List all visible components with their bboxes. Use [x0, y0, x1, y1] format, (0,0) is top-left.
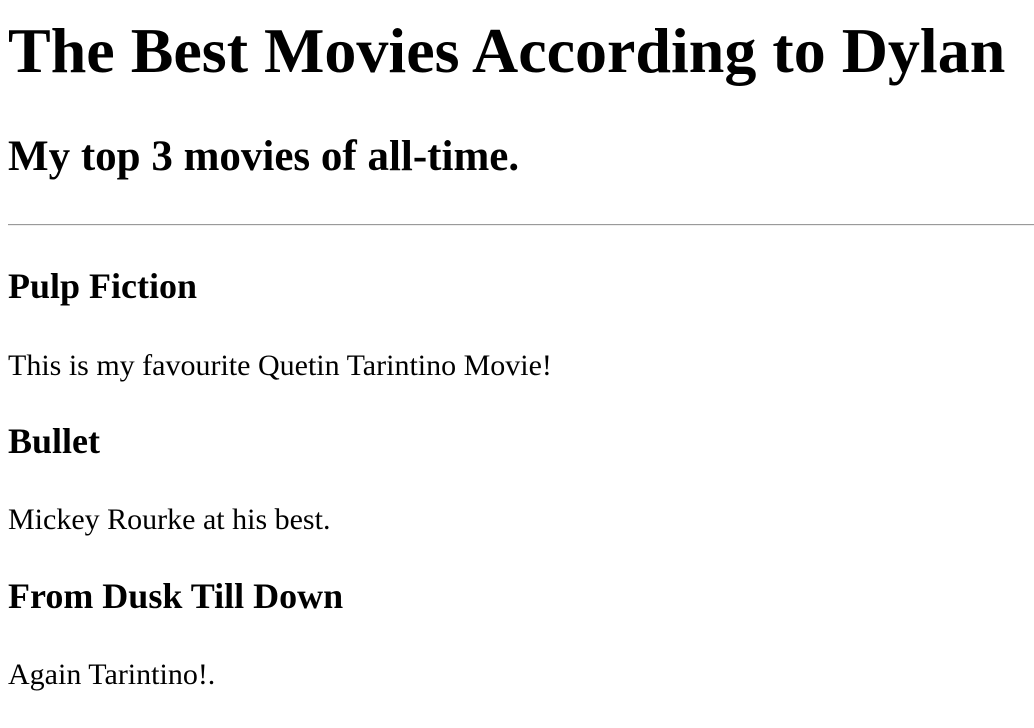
divider: [8, 224, 1034, 226]
movie-title-from-dusk-till-down: From Dusk Till Down: [8, 576, 344, 616]
movie-description-pulp-fiction: This is my favourite Quetin Tarintino Mo…: [8, 349, 552, 382]
movie-title-bullet: Bullet: [8, 421, 101, 461]
movie-description-from-dusk-till-down: Again Tarintino!.: [8, 658, 216, 691]
page-title: The Best Movies According to Dylan: [8, 15, 1006, 86]
movie-title-pulp-fiction: Pulp Fiction: [8, 266, 198, 306]
page: The Best Movies According to Dylan My to…: [0, 0, 1034, 728]
movie-description-bullet: Mickey Rourke at his best.: [8, 503, 331, 536]
page-subtitle: My top 3 movies of all-time.: [8, 133, 520, 180]
